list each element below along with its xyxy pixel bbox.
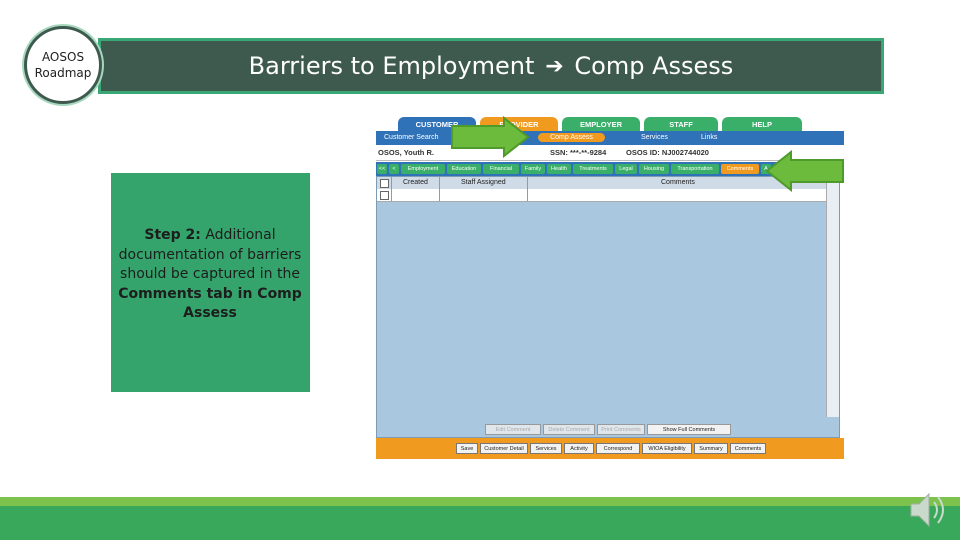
subtab-education[interactable]: Education [447,164,481,174]
green-right-arrow-icon [451,116,530,158]
delete-comment-button[interactable]: Delete Comment [543,424,595,435]
page-title: Barriers to Employment ➔ Comp Assess [98,38,884,94]
tab-employer[interactable]: EMPLOYER [562,117,640,131]
nav-bar: Customer Search Comp Assess Services Lin… [376,131,844,145]
customer-osos-id: OSOS ID: NJ002744020 [626,148,709,157]
roadmap-line1: AOSOS [41,50,85,64]
col-staff-assigned[interactable]: Staff Assigned [461,179,506,186]
comments-button[interactable]: Comments [730,443,766,454]
services-button[interactable]: Services [530,443,562,454]
customer-ssn: SSN: ***-**-9284 [550,148,607,157]
subtab-legal[interactable]: Legal [615,164,637,174]
customer-name: OSOS, Youth R. [378,148,434,157]
save-button[interactable]: Save [456,443,478,454]
col-divider [391,177,392,201]
subtab-prev[interactable]: < [389,164,399,174]
col-divider [527,177,528,201]
correspond-button[interactable]: Correspond [596,443,640,454]
roadmap-line2: Roadmap [34,66,92,80]
step-tail: Assess [183,305,237,321]
subtab-health[interactable]: Health [547,164,571,174]
nav-customer-search[interactable]: Customer Search [384,134,438,141]
speaker-icon[interactable] [905,488,951,532]
title-arrow-icon: ➔ [545,53,564,79]
roadmap-badge: AOSOS Roadmap [24,26,102,104]
tab-help[interactable]: HELP [722,117,802,131]
comments-grid: Created Staff Assigned Comments Edit Com… [376,176,840,438]
subtab-employment[interactable]: Employment [401,164,445,174]
wioa-eligibility-button[interactable]: WIOA Eligibility [642,443,692,454]
customer-detail-button[interactable]: Customer Detail [480,443,528,454]
subtab-housing[interactable]: Housing [639,164,669,174]
edit-comment-button[interactable]: Edit Comment [485,424,541,435]
step-label: Step 2: [144,227,201,243]
subtab-transportation[interactable]: Transportation [671,164,719,174]
col-created[interactable]: Created [403,179,428,186]
summary-button[interactable]: Summary [694,443,728,454]
subtab-first[interactable]: << [377,164,387,174]
footer-band-dark [0,506,960,540]
col-divider [439,177,440,201]
subtab-financial[interactable]: Financial [483,164,519,174]
nav-services[interactable]: Services [641,134,668,141]
activity-button[interactable]: Activity [564,443,594,454]
green-left-arrow-icon [765,150,844,192]
table-row[interactable] [377,189,827,202]
show-full-comments-button[interactable]: Show Full Comments [647,424,731,435]
tab-staff[interactable]: STAFF [644,117,718,131]
select-all-checkbox[interactable] [380,179,389,188]
print-comments-button[interactable]: Print Comments [597,424,645,435]
row-checkbox[interactable] [380,191,389,200]
title-left: Barriers to Employment [248,52,535,80]
title-right: Comp Assess [574,52,734,80]
subtab-comments[interactable]: Comments [721,164,759,174]
footer-band-light [0,497,960,506]
nav-links[interactable]: Links [701,134,717,141]
step-bold: Comments tab in Comp [118,285,302,302]
nav-comp-assess[interactable]: Comp Assess [538,133,605,142]
footer-bar: Save Customer Detail Services Activity C… [376,438,844,459]
subtab-treatments[interactable]: Treatments [573,164,613,174]
col-comments[interactable]: Comments [661,179,695,186]
step-text: Step 2: Additional documentation of barr… [118,226,302,324]
grid-scrollbar[interactable] [826,177,839,417]
subtab-family[interactable]: Family [521,164,545,174]
